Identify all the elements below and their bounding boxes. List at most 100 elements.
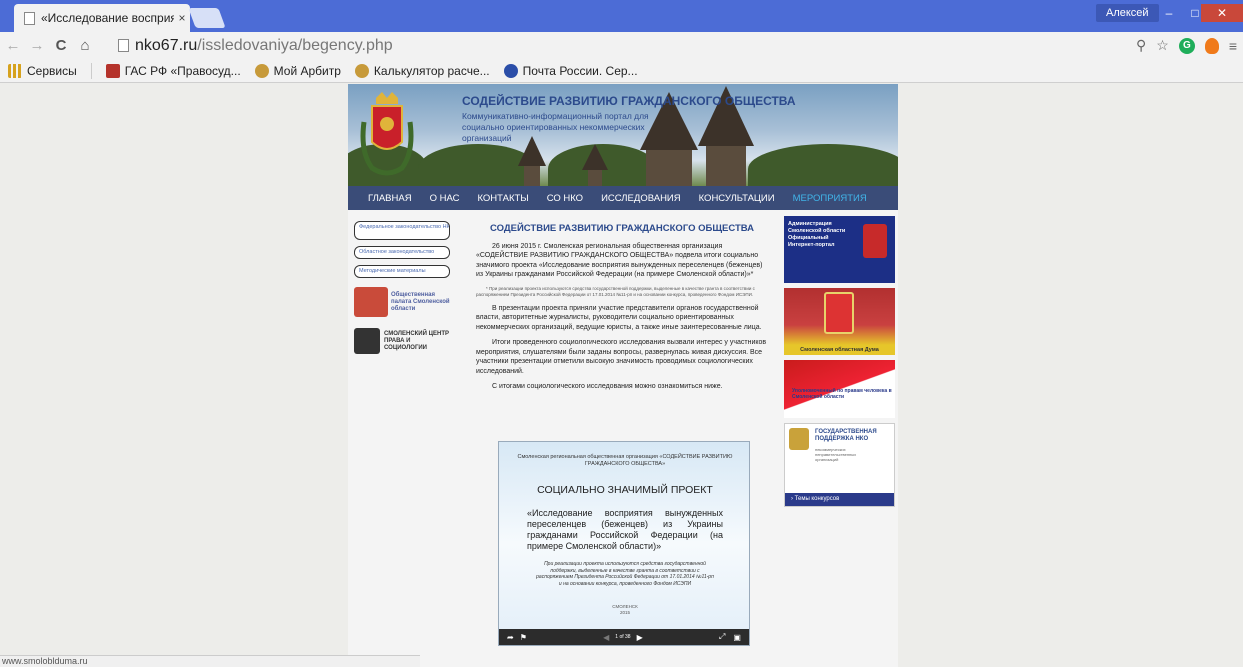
right-sidebar: Администрация Смоленской области Официал…: [784, 216, 895, 512]
bookmark-calculator[interactable]: Калькулятор расче...: [354, 63, 490, 78]
tower-decoration: [646, 150, 692, 186]
new-tab-button[interactable]: [188, 8, 226, 28]
bookmark-pravosudie[interactable]: ГАС РФ «Правосуд...: [105, 63, 241, 78]
bookmark-label: Почта России. Сер...: [522, 63, 638, 78]
share-icon[interactable]: ➦: [507, 633, 514, 642]
presentation-year: 2015: [619, 610, 630, 615]
bookmark-arbitr[interactable]: Мой Арбитр: [254, 63, 341, 78]
minimize-button[interactable]: –: [1156, 4, 1182, 22]
support-title: ГОСУДАРСТВЕННАЯ ПОДДЕРЖКА НКО: [815, 429, 877, 442]
page-container: СОДЕЙСТВИЕ РАЗВИТИЮ ГРАЖДАНСКОГО ОБЩЕСТВ…: [348, 84, 898, 667]
nav-item-events[interactable]: МЕРОПРИЯТИЯ: [793, 193, 867, 204]
tower-decoration: [588, 170, 602, 186]
bookmark-favicon-icon: [105, 63, 120, 78]
tower-decoration: [524, 166, 540, 186]
banner-regional-duma[interactable]: Смоленская областная Дума: [784, 288, 895, 355]
bookmark-favicon-icon: [254, 63, 269, 78]
extension-grammarly-icon[interactable]: G: [1178, 37, 1195, 54]
article-footnote: * При реализации проекта используются ср…: [476, 285, 755, 297]
bookmark-favicon-icon: [354, 63, 369, 78]
presentation-viewer[interactable]: Смоленская региональная общественная орг…: [498, 441, 750, 646]
menu-icon[interactable]: ≡: [1229, 38, 1237, 54]
law-center-banner[interactable]: СМОЛЕНСКИЙ ЦЕНТР ПРАВА И СОЦИОЛОГИИ: [354, 328, 450, 354]
presentation-controls: ➦ ⚑ ◀ 1 of 38 ▶ ⤢ ▣: [499, 629, 749, 645]
link-federal-law[interactable]: Федеральное законодательство НКО: [354, 221, 450, 240]
left-sidebar: Федеральное законодательство НКО Областн…: [354, 221, 450, 354]
tab-title: «Исследование восприя: [41, 11, 174, 25]
nav-item-home[interactable]: ГЛАВНАЯ: [368, 193, 412, 204]
banner-administration[interactable]: Администрация Смоленской области Официал…: [784, 216, 895, 283]
url-host: nko67.ru: [135, 36, 198, 54]
next-slide-icon[interactable]: ▶: [637, 633, 643, 642]
public-chamber-logo-icon: [354, 287, 388, 317]
eagle-emblem-icon: [789, 428, 809, 450]
nav-item-research[interactable]: ИССЛЕДОВАНИЯ: [601, 193, 681, 204]
bookmark-apps[interactable]: Сервисы: [8, 63, 77, 78]
back-icon[interactable]: ←: [2, 37, 24, 54]
prev-slide-icon[interactable]: ◀: [603, 633, 609, 642]
address-bar[interactable]: nko67.ru/issledovaniya/begency.php: [118, 35, 1118, 56]
page-icon: [118, 39, 129, 52]
article-paragraph: С итогами социологического исследования …: [492, 383, 723, 390]
support-topics-link[interactable]: › Темы конкурсов: [785, 493, 894, 506]
fullscreen-icon[interactable]: ⤢: [719, 632, 725, 642]
bookmark-favicon-icon: [503, 63, 518, 78]
reload-icon[interactable]: C: [50, 37, 72, 54]
user-profile-badge[interactable]: Алексей: [1096, 4, 1159, 22]
article-title: СОДЕЙСТВИЕ РАЗВИТИЮ ГРАЖДАНСКОГО ОБЩЕСТВ…: [489, 223, 755, 234]
public-chamber-banner[interactable]: Общественная палата Смоленской области: [354, 284, 450, 320]
home-icon[interactable]: ⌂: [74, 37, 96, 54]
banner-ombudsman-label: Уполномоченный по правам человека в Смол…: [792, 388, 892, 400]
support-subtitle: некоммерческих неправительственных орган…: [815, 447, 857, 462]
close-window-button[interactable]: ✕: [1201, 4, 1243, 22]
law-center-label: СМОЛЕНСКИЙ ЦЕНТР ПРАВА И СОЦИОЛОГИИ: [384, 330, 449, 351]
public-chamber-label: Общественная палата Смоленской области: [391, 291, 450, 312]
bookmark-label: ГАС РФ «Правосуд...: [124, 63, 241, 78]
article-paragraph: 26 июня 2015 г. Смоленская региональная …: [476, 242, 763, 279]
page-indicator: 1 of 38: [615, 634, 631, 640]
browser-toolbar: ← → C ⌂ nko67.ru/issledovaniya/begency.p…: [0, 32, 1243, 59]
link-method-materials[interactable]: Методические материалы: [354, 265, 450, 278]
nav-item-consultations[interactable]: КОНСУЛЬТАЦИИ: [699, 193, 775, 204]
url-path: /issledovaniya/begency.php: [197, 36, 393, 54]
toolbar-icons: ⚲ ☆ G ≡: [1136, 37, 1237, 54]
apps-grid-icon: [8, 63, 22, 78]
article-paragraph: В презентации проекта приняли участие пр…: [476, 304, 762, 331]
smolensk-crest-logo: [360, 92, 414, 176]
separator: [90, 62, 92, 79]
crest-icon: [824, 292, 854, 334]
site-banner: СОДЕЙСТВИЕ РАЗВИТИЮ ГРАЖДАНСКОГО ОБЩЕСТВ…: [348, 84, 898, 186]
link-regional-law[interactable]: Областное законодательство: [354, 246, 450, 259]
browser-tab[interactable]: «Исследование восприя ×: [14, 4, 190, 32]
nav-item-contacts[interactable]: КОНТАКТЫ: [477, 193, 528, 204]
banner-state-support[interactable]: ГОСУДАРСТВЕННАЯ ПОДДЕРЖКА НКО некоммерче…: [784, 423, 895, 507]
nav-item-about[interactable]: О НАС: [430, 193, 460, 204]
bookmark-label: Сервисы: [27, 63, 77, 78]
nav-item-so-nko[interactable]: СО НКО: [547, 193, 583, 204]
banner-ombudsman[interactable]: Уполномоченный по правам человека в Смол…: [784, 360, 895, 418]
tab-close-icon[interactable]: ×: [174, 11, 190, 25]
presentation-city: СМОЛЕНСК 2015: [499, 604, 751, 616]
banner-duma-label: Смоленская областная Дума: [784, 345, 895, 355]
flag-icon[interactable]: ⚑: [520, 633, 527, 642]
extension-fire-icon[interactable]: [1204, 37, 1219, 54]
presentation-org: Смоленская региональная общественная орг…: [517, 454, 733, 467]
crest-icon: [863, 224, 887, 258]
browser-title-bar: «Исследование восприя × Алексей – □ ✕: [0, 0, 1243, 32]
page-icon: [24, 11, 35, 25]
forward-icon[interactable]: →: [26, 37, 48, 54]
article: СОДЕЙСТВИЕ РАЗВИТИЮ ГРАЖДАНСКОГО ОБЩЕСТВ…: [476, 224, 768, 398]
presentation-support-note: При реализации проекта используются сред…: [536, 561, 714, 587]
tower-roof: [582, 144, 608, 170]
article-paragraph: Итоги проведенного социологического иссл…: [476, 339, 767, 375]
law-center-logo-icon: [354, 328, 380, 354]
presentation-topic: «Исследование восприятия вынужденных пер…: [527, 508, 723, 551]
site-subtitle: Коммуникативно-информационный портал для…: [462, 111, 649, 143]
presentation-heading: СОЦИАЛЬНО ЗНАЧИМЫЙ ПРОЕКТ: [537, 484, 713, 496]
zoom-icon[interactable]: ⚲: [1136, 37, 1146, 54]
site-title: СОДЕЙСТВИЕ РАЗВИТИЮ ГРАЖДАНСКОГО ОБЩЕСТВ…: [462, 94, 796, 108]
bookmark-pochta[interactable]: Почта России. Сер...: [503, 63, 638, 78]
download-icon[interactable]: ▣: [733, 633, 741, 642]
tree-decoration: [748, 144, 898, 186]
bookmark-star-icon[interactable]: ☆: [1156, 37, 1169, 54]
